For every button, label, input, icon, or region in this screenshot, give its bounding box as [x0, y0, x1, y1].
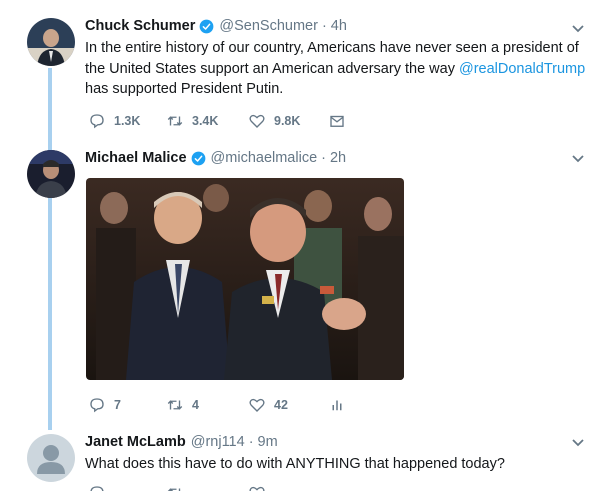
retweet-button[interactable]: 3.4K [166, 112, 218, 130]
reply-icon [90, 114, 104, 129]
like-count: 42 [274, 398, 288, 412]
like-button[interactable] [248, 484, 266, 491]
separator-dot: · [321, 150, 326, 166]
reply-icon [90, 486, 104, 491]
display-name[interactable]: Chuck Schumer [85, 18, 195, 34]
heart-icon [249, 114, 265, 128]
like-count: 9.8K [274, 114, 301, 128]
timestamp[interactable]: 9m [258, 434, 278, 450]
tweet-text: What does this have to do with ANYTHING … [85, 456, 505, 472]
reply-icon [90, 398, 104, 413]
like-button[interactable]: 42 [248, 396, 288, 414]
retweet-icon [167, 400, 183, 410]
analytics-button[interactable] [328, 396, 346, 414]
reply-button[interactable]: 1.3K [88, 112, 140, 130]
chevron-down-icon[interactable] [571, 438, 585, 448]
timestamp[interactable]: 4h [331, 18, 347, 34]
reply-button[interactable]: 7 [88, 396, 121, 414]
tweet-text: In the entire history of our country, Am… [85, 40, 586, 97]
separator-dot: · [248, 434, 254, 450]
reply-count: 7 [114, 398, 121, 412]
retweet-count: 3.4K [192, 114, 219, 128]
retweet-icon [167, 116, 183, 126]
direct-message-icon [330, 115, 344, 127]
analytics-icon [332, 400, 342, 411]
verified-badge-icon [200, 19, 214, 33]
retweet-icon [167, 488, 181, 491]
tweet-mclamb[interactable]: Janet McLamb @rnj114 · 9m What does this… [0, 432, 599, 491]
display-name[interactable]: Michael Malice [85, 150, 187, 166]
like-button[interactable]: 9.8K [248, 112, 300, 130]
tweet-photo[interactable] [86, 178, 404, 380]
retweet-button[interactable] [166, 484, 184, 491]
avatar[interactable] [27, 150, 75, 198]
chevron-down-icon[interactable] [571, 24, 585, 34]
reply-count: 1.3K [114, 114, 141, 128]
heart-icon [249, 398, 265, 412]
tweet-malice[interactable]: Michael Malice @michaelmalice · 2h 7 4 4… [0, 150, 599, 420]
retweet-count: 4 [192, 398, 199, 412]
direct-message-button[interactable] [328, 112, 346, 130]
tweet-schumer[interactable]: Chuck Schumer @SenSchumer · 4h In the en… [0, 16, 599, 146]
username[interactable]: @michaelmalice [211, 150, 318, 166]
chevron-down-icon[interactable] [571, 154, 585, 164]
display-name[interactable]: Janet McLamb [85, 434, 186, 450]
retweet-button[interactable]: 4 [166, 396, 199, 414]
reply-button[interactable] [88, 484, 106, 491]
heart-icon [249, 486, 265, 491]
avatar[interactable] [27, 18, 75, 66]
username[interactable]: @rnj114 [191, 434, 245, 450]
timestamp[interactable]: 2h [330, 150, 346, 166]
verified-badge-icon [191, 151, 205, 165]
avatar[interactable] [27, 434, 75, 482]
mention-link[interactable]: @realDonaldTrump [459, 61, 585, 77]
username[interactable]: @SenSchumer [219, 18, 318, 34]
separator-dot: · [321, 18, 327, 34]
